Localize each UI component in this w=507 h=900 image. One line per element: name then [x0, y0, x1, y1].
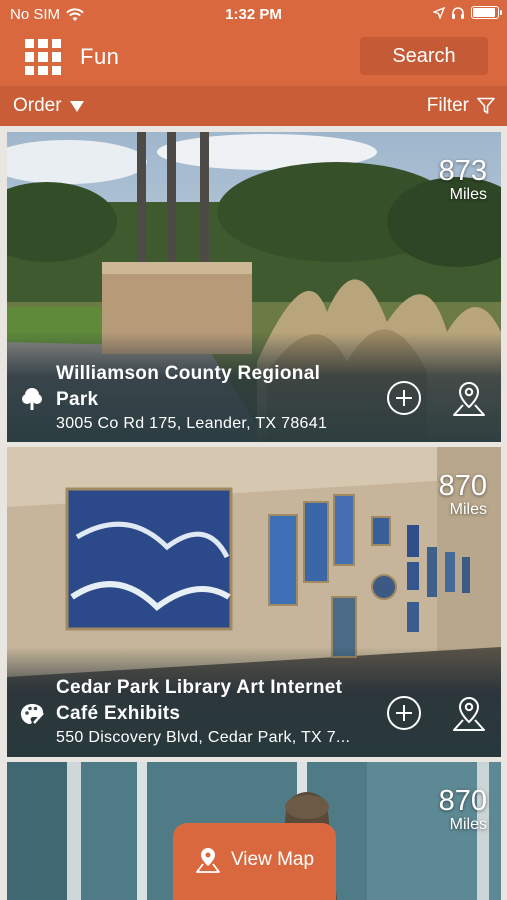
- order-dropdown[interactable]: Order: [13, 95, 84, 117]
- caret-down-icon: [69, 100, 84, 112]
- listing-name: Cedar Park Library Art Internet Café Exh…: [56, 677, 343, 724]
- headphones-icon: [452, 7, 464, 19]
- listing-card[interactable]: 873 Miles Williamson County Regional Par…: [7, 132, 501, 442]
- listing-card[interactable]: 870 Miles Cedar Park Library Art Interne…: [7, 447, 501, 757]
- tree-icon: [22, 388, 42, 410]
- page-title: Fun: [80, 44, 120, 69]
- distance-badge: 870 Miles: [439, 471, 487, 519]
- listing-address: 550 Discovery Blvd, Cedar Park, TX 7...: [56, 729, 351, 746]
- distance-badge: 873 Miles: [439, 156, 487, 204]
- filter-label: Filter: [426, 95, 469, 116]
- order-label: Order: [13, 95, 62, 116]
- battery-icon: [471, 6, 502, 19]
- add-circle-icon[interactable]: [387, 381, 421, 415]
- map-pin-icon[interactable]: [451, 380, 487, 418]
- map-pin-icon: [196, 847, 220, 873]
- listing-address: 3005 Co Rd 175, Leander, TX 78641: [56, 415, 328, 432]
- listing-name: Williamson County Regional Park: [56, 363, 321, 410]
- view-map-label: View Map: [230, 848, 315, 870]
- filter-button[interactable]: Filter: [427, 95, 495, 117]
- distance-unit: Miles: [449, 501, 487, 518]
- menu-grid-icon[interactable]: [25, 39, 61, 75]
- view-map-button[interactable]: View Map: [173, 823, 336, 900]
- distance-value: 870: [438, 785, 487, 817]
- distance-unit: Miles: [449, 816, 487, 833]
- palette-icon: [21, 704, 44, 724]
- distance-unit: Miles: [449, 186, 487, 203]
- distance-badge: 870 Miles: [439, 786, 487, 834]
- map-pin-icon[interactable]: [451, 695, 487, 733]
- add-circle-icon[interactable]: [387, 696, 421, 730]
- distance-value: 873: [438, 155, 487, 187]
- nav-bar: Fun Search: [0, 30, 507, 86]
- status-bar: No SIM 1:32 PM: [0, 0, 507, 30]
- funnel-icon: [477, 97, 495, 114]
- distance-value: 870: [438, 470, 487, 502]
- filter-bar: Order Filter: [0, 86, 507, 126]
- location-arrow-icon: [433, 6, 445, 19]
- status-time: 1:32 PM: [225, 6, 282, 23]
- search-button[interactable]: Search: [360, 37, 488, 75]
